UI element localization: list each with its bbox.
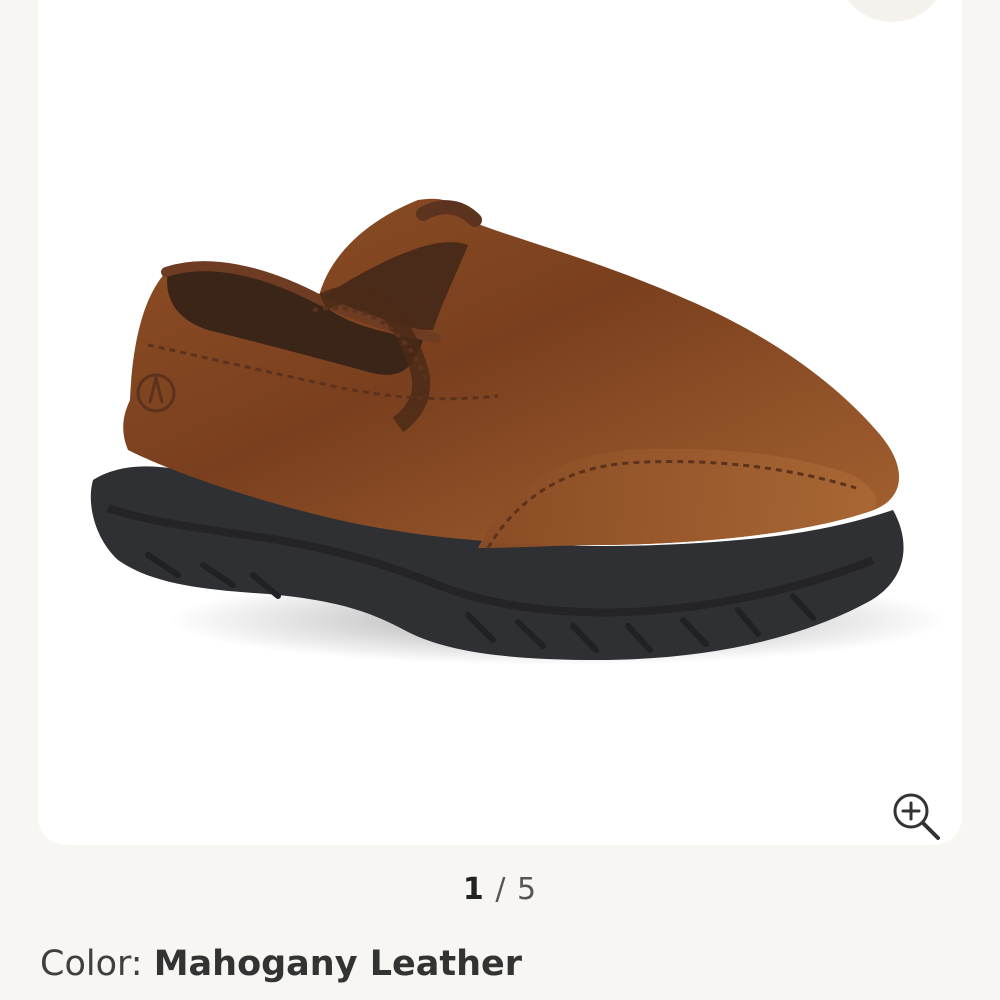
pager-separator: /: [495, 872, 507, 907]
product-image-card[interactable]: [38, 0, 962, 845]
total-image-count: 5: [516, 872, 538, 907]
zoom-button[interactable]: [888, 788, 944, 844]
color-value: Mahogany Leather: [153, 944, 523, 984]
current-image-number: 1: [462, 872, 485, 907]
product-image[interactable]: [38, 0, 962, 845]
image-pager: 1 / 5: [0, 872, 1000, 907]
color-label: Color:: [40, 944, 143, 984]
zoom-in-icon: [893, 793, 940, 840]
selected-color: Color: Mahogany Leather: [40, 944, 522, 984]
product-gallery-page: 1 / 5 Color: Mahogany Leather: [0, 0, 1000, 1000]
